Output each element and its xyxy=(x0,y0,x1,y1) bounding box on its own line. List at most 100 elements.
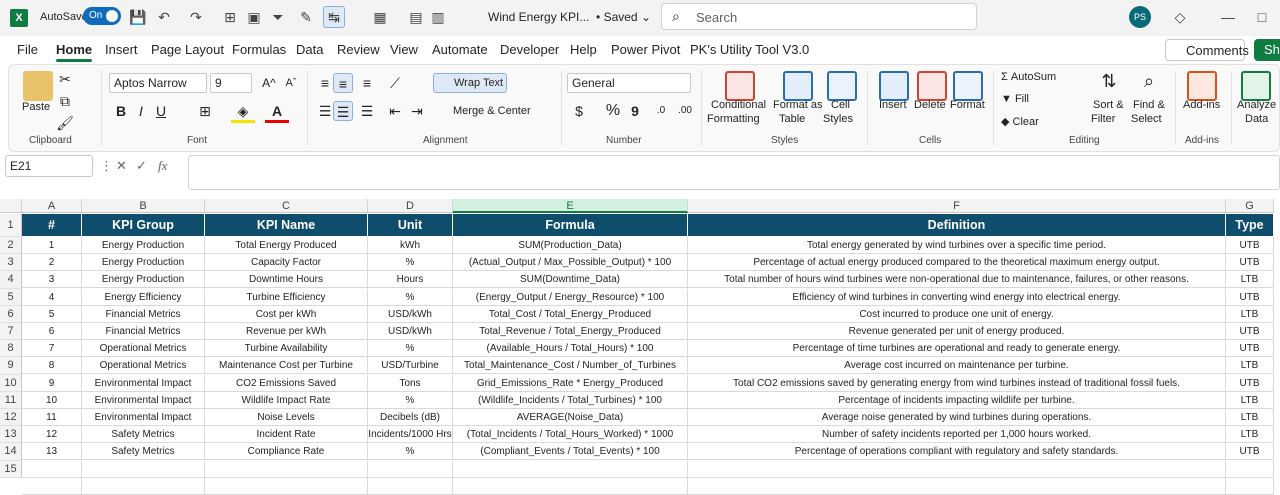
document-title[interactable]: Wind Energy KPI... • Saved ⌄ xyxy=(488,10,651,24)
table-cell[interactable]: Turbine Availability xyxy=(205,340,368,358)
underline-button[interactable]: U xyxy=(149,99,173,123)
table-cell[interactable]: USD/kWh xyxy=(368,305,453,323)
find-label-1[interactable]: Find & xyxy=(1133,99,1165,111)
format-cells-icon[interactable] xyxy=(953,71,983,101)
copy-icon[interactable]: ⧉ xyxy=(53,89,77,113)
name-box[interactable]: E21 xyxy=(5,155,93,177)
format-table-label-2[interactable]: Table xyxy=(779,113,805,125)
row-header[interactable]: 1 xyxy=(0,214,22,237)
table-cell[interactable]: 8 xyxy=(22,357,82,375)
table-cell[interactable]: kWh xyxy=(368,237,453,254)
table-cell[interactable]: USD/kWh xyxy=(368,323,453,340)
table-header-cell[interactable]: KPI Group xyxy=(82,214,205,236)
table-cell[interactable]: Operational Metrics xyxy=(82,340,205,358)
delete-cells-label[interactable]: Delete xyxy=(914,99,946,111)
autosave-toggle[interactable]: On xyxy=(83,7,121,25)
table-cell[interactable]: 13 xyxy=(22,443,82,461)
cancel-icon[interactable]: ✕ xyxy=(116,158,127,174)
column-header-e[interactable]: E xyxy=(453,199,688,213)
table-cell[interactable]: UTB xyxy=(1226,374,1274,392)
table-cell[interactable]: LTB xyxy=(1226,391,1274,409)
cut-icon[interactable]: ✂ xyxy=(53,67,77,91)
font-color-icon[interactable]: A xyxy=(265,99,289,123)
cell-styles-label-1[interactable]: Cell xyxy=(831,99,850,111)
table-header-cell[interactable]: Definition xyxy=(688,214,1226,236)
shrink-font-icon[interactable]: Aˇ xyxy=(279,71,303,95)
table-cell[interactable]: Energy Production xyxy=(82,271,205,289)
row-header[interactable]: 15 xyxy=(0,460,22,478)
align-bottom-icon[interactable]: ≡ xyxy=(355,71,379,95)
table-cell[interactable]: 11 xyxy=(22,409,82,426)
tab-file[interactable]: File xyxy=(17,42,38,57)
diamond-icon[interactable]: ◇ xyxy=(1170,7,1190,27)
table-cell[interactable]: Environmental Impact xyxy=(82,374,205,392)
row-header[interactable]: 3 xyxy=(0,254,22,272)
row-header[interactable]: 8 xyxy=(0,340,22,358)
paint-icon[interactable]: ✎ xyxy=(296,7,316,27)
table-cell[interactable]: Total number of hours wind turbines were… xyxy=(688,271,1226,289)
row-header[interactable]: 11 xyxy=(0,391,22,409)
table-cell[interactable]: USD/Turbine xyxy=(368,357,453,375)
row-header[interactable]: 4 xyxy=(0,271,22,289)
table-cell[interactable]: Percentage of time turbines are operatio… xyxy=(688,340,1226,358)
analyze-label-1[interactable]: Analyze xyxy=(1237,99,1276,111)
table-cell[interactable]: Safety Metrics xyxy=(82,426,205,444)
fill-button[interactable]: ▼ Fill xyxy=(1001,93,1029,105)
table-cell[interactable]: Grid_Emissions_Rate * Energy_Produced xyxy=(453,374,688,392)
table-cell[interactable]: Environmental Impact xyxy=(82,409,205,426)
table-cell[interactable]: Energy Efficiency xyxy=(82,288,205,306)
decrease-decimal-icon[interactable]: .00 xyxy=(673,99,697,123)
cell-styles-label-2[interactable]: Styles xyxy=(823,113,853,125)
formula-input[interactable] xyxy=(188,155,1280,190)
comma-icon[interactable]: 9 xyxy=(623,99,647,123)
currency-icon[interactable]: $ xyxy=(567,99,591,123)
table-cell[interactable]: Total_Maintenance_Cost / Number_of_Turbi… xyxy=(453,357,688,375)
paste-icon[interactable] xyxy=(23,71,53,101)
table-cell[interactable]: 1 xyxy=(22,237,82,254)
empty-cell[interactable] xyxy=(82,460,205,478)
table-cell[interactable]: 9 xyxy=(22,374,82,392)
table-cell[interactable]: CO2 Emissions Saved xyxy=(205,374,368,392)
row-header[interactable]: 13 xyxy=(0,426,22,444)
row-header[interactable]: 6 xyxy=(0,305,22,323)
table-cell[interactable]: Wildlife Impact Rate xyxy=(205,391,368,409)
table-cell[interactable]: Turbine Efficiency xyxy=(205,288,368,306)
table-cell[interactable]: Energy Production xyxy=(82,237,205,254)
table-cell[interactable]: LTB xyxy=(1226,357,1274,375)
table-cell[interactable]: Energy Production xyxy=(82,254,205,272)
empty-cell[interactable] xyxy=(453,460,688,478)
table-header-cell[interactable]: Unit xyxy=(368,214,453,236)
insert-cells-label[interactable]: Insert xyxy=(879,99,907,111)
table-cell[interactable]: UTB xyxy=(1226,323,1274,340)
conditional-formatting-icon[interactable] xyxy=(725,71,755,101)
conditional-label-2[interactable]: Formatting xyxy=(707,113,760,125)
grow-font-icon[interactable]: A^ xyxy=(257,71,281,95)
table-cell[interactable]: Incidents/1000 Hrs xyxy=(368,426,453,444)
table-cell[interactable]: Efficiency of wind turbines in convertin… xyxy=(688,288,1226,306)
empty-cell[interactable] xyxy=(22,460,82,478)
empty-cell[interactable] xyxy=(453,477,688,495)
table-header-cell[interactable]: Formula xyxy=(453,214,688,236)
number-format-dropdown[interactable]: General xyxy=(567,73,691,93)
table-cell[interactable]: 12 xyxy=(22,426,82,444)
empty-cell[interactable] xyxy=(368,477,453,495)
table-cell[interactable]: UTB xyxy=(1226,288,1274,306)
table-cell[interactable]: SUM(Production_Data) xyxy=(453,237,688,254)
table-cell[interactable]: 6 xyxy=(22,323,82,340)
row-header[interactable]: 7 xyxy=(0,323,22,341)
tab-home[interactable]: Home xyxy=(56,42,93,62)
indent-icon[interactable]: ⇤ xyxy=(383,99,407,123)
comments-button[interactable]: Comments xyxy=(1165,39,1249,61)
share-button[interactable]: Sh xyxy=(1254,39,1280,61)
empty-cell[interactable] xyxy=(22,477,82,495)
calculator-icon[interactable]: ▦ xyxy=(370,7,390,27)
font-name-dropdown[interactable]: Aptos Narrow xyxy=(109,73,207,93)
table-cell[interactable]: Total_Cost / Total_Energy_Produced xyxy=(453,305,688,323)
table-cell[interactable]: UTB xyxy=(1226,237,1274,254)
column-header-b[interactable]: B xyxy=(82,199,205,213)
analyze-data-icon[interactable] xyxy=(1241,71,1271,101)
tab-automate[interactable]: Automate xyxy=(432,42,488,57)
tab-help[interactable]: Help xyxy=(570,42,597,57)
conditional-label-1[interactable]: Conditional xyxy=(711,99,766,111)
format-cells-label[interactable]: Format xyxy=(950,99,985,111)
